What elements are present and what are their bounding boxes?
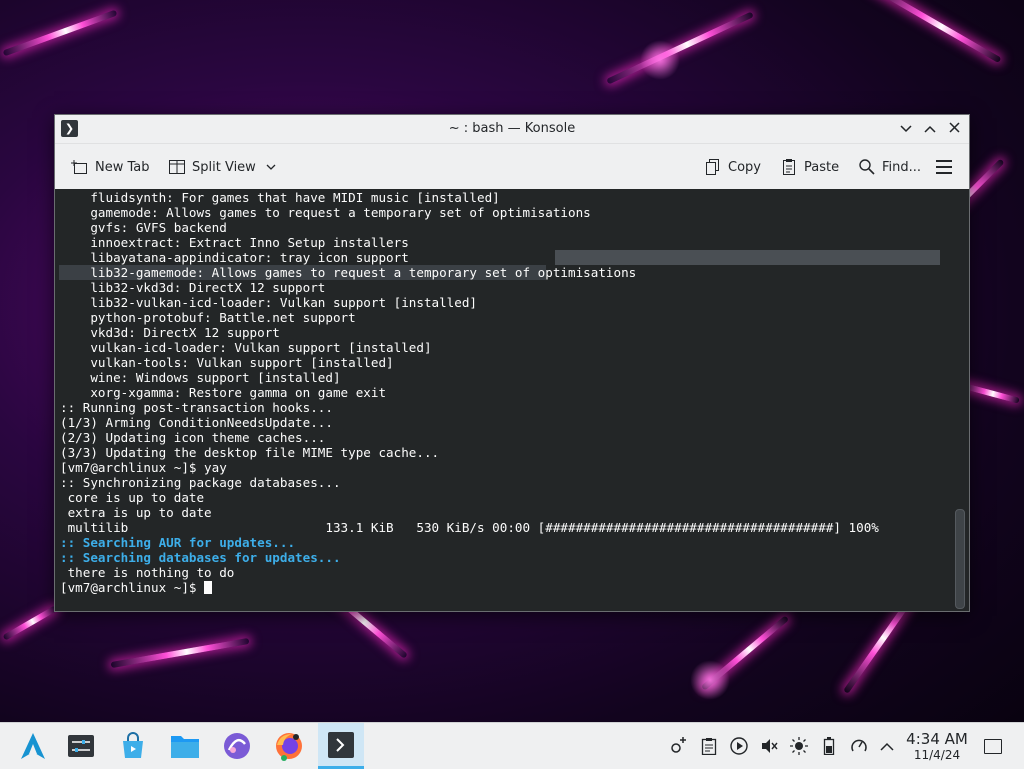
terminal-line: :: Searching databases for updates... — [60, 550, 341, 565]
clock-date: 11/4/24 — [913, 748, 961, 762]
terminal-line: multilib 133.1 KiB 530 KiB/s 00:00 [####… — [60, 520, 879, 535]
copy-label: Copy — [728, 159, 761, 175]
taskbar: 4:34 AM 11/4/24 — [0, 722, 1024, 769]
terminal-line: innoextract: Extract Inno Setup installe… — [60, 235, 409, 250]
taskbar-system-settings[interactable] — [58, 723, 104, 769]
terminal-line: vulkan-tools: Vulkan support [installed] — [60, 355, 394, 370]
terminal-line: [vm7@archlinux ~]$ yay — [60, 460, 227, 475]
terminal-line: python-protobuf: Battle.net support — [60, 310, 356, 325]
split-view-label: Split View — [192, 159, 256, 175]
window-title: ~ : bash — Konsole — [448, 121, 576, 136]
terminal-line: vkd3d: DirectX 12 support — [60, 325, 280, 340]
paste-icon — [783, 159, 795, 175]
paste-button[interactable]: Paste — [780, 156, 839, 178]
konsole-icon — [328, 731, 354, 758]
copy-icon — [706, 159, 719, 175]
new-tab-label: New Tab — [95, 159, 150, 175]
minimize-button[interactable] — [896, 119, 916, 139]
hamburger-menu-icon — [936, 160, 952, 174]
paste-label: Paste — [804, 159, 840, 175]
chevron-up-icon[interactable] — [878, 737, 896, 755]
maximize-button[interactable] — [920, 119, 940, 139]
terminal-prompt-line: [vm7@archlinux ~]$ — [60, 580, 947, 595]
split-view-icon — [169, 160, 185, 174]
arch-logo-icon — [21, 733, 45, 759]
terminal-line: (3/3) Updating the desktop file MIME typ… — [60, 445, 440, 460]
terminal-area[interactable]: fluidsynth: For games that have MIDI mus… — [55, 189, 969, 611]
clock-time: 4:34 AM — [906, 730, 968, 748]
terminal-line: libayatana-appindicator: tray icon suppo… — [60, 250, 409, 265]
terminal-line: :: Running post-transaction hooks... — [60, 400, 333, 415]
search-icon — [859, 159, 875, 175]
terminal-line: extra is up to date — [60, 505, 212, 520]
taskbar-discover[interactable] — [110, 723, 156, 769]
close-button[interactable] — [944, 119, 964, 139]
terminal-line: vulkan-icd-loader: Vulkan support [insta… — [60, 340, 432, 355]
media-player-icon[interactable] — [730, 737, 748, 755]
terminal-cursor — [204, 581, 213, 594]
clock[interactable]: 4:34 AM 11/4/24 — [898, 731, 976, 763]
folder-icon — [171, 736, 199, 758]
terminal-prompt: [vm7@archlinux ~]$ — [60, 580, 205, 595]
scrollbar[interactable] — [955, 509, 965, 609]
clipboard-icon[interactable] — [700, 737, 718, 755]
terminal-line: lib32-vkd3d: DirectX 12 support — [60, 280, 326, 295]
application-launcher[interactable] — [10, 723, 56, 769]
chevron-down-icon — [266, 164, 276, 170]
terminal-line: (2/3) Updating icon theme caches... — [60, 430, 326, 445]
find-label: Find... — [882, 159, 922, 175]
terminal-line: :: Searching AUR for updates... — [60, 535, 296, 550]
brightness-icon[interactable] — [790, 737, 808, 755]
taskbar-firefox[interactable] — [266, 723, 312, 769]
terminal-line: fluidsynth: For games that have MIDI mus… — [60, 190, 500, 205]
show-desktop-button[interactable] — [984, 739, 1002, 754]
terminal-line: lib32-vulkan-icd-loader: Vulkan support … — [60, 295, 478, 310]
battery-icon[interactable] — [820, 737, 838, 755]
konsole-window: ❯ ~ : bash — Konsole New Tab Split View … — [54, 114, 970, 612]
taskbar-app[interactable] — [214, 723, 260, 769]
volume-muted-icon[interactable] — [760, 737, 778, 755]
firefox-icon — [276, 733, 302, 761]
terminal-line: :: Synchronizing package databases... — [60, 475, 341, 490]
new-tab-icon — [71, 160, 87, 174]
terminal-output: fluidsynth: For games that have MIDI mus… — [60, 190, 947, 595]
terminal-line: core is up to date — [60, 490, 205, 505]
taskbar-file-manager[interactable] — [162, 723, 208, 769]
discover-icon — [123, 732, 143, 758]
terminal-line: lib32-gamemode: Allows games to request … — [60, 265, 637, 280]
package-updates-icon[interactable] — [670, 737, 688, 755]
power-profile-icon[interactable] — [850, 737, 868, 755]
terminal-line: there is nothing to do — [60, 565, 235, 580]
terminal-line: (1/3) Arming ConditionNeedsUpdate... — [60, 415, 333, 430]
taskbar-konsole[interactable] — [318, 723, 364, 769]
terminal-line: gvfs: GVFS backend — [60, 220, 227, 235]
title-bar[interactable]: ❯ ~ : bash — Konsole — [55, 115, 969, 144]
terminal-line: gamemode: Allows games to request a temp… — [60, 205, 591, 220]
terminal-line: wine: Windows support [installed] — [60, 370, 341, 385]
terminal-line: xorg-xgamma: Restore gamma on game exit — [60, 385, 387, 400]
hamburger-menu-button[interactable] — [935, 156, 959, 178]
system-settings-icon — [68, 735, 94, 757]
copy-button[interactable]: Copy — [704, 156, 761, 178]
split-view-button[interactable]: Split View — [168, 156, 282, 178]
find-button[interactable]: Find... — [858, 156, 921, 178]
app-icon — [224, 733, 250, 759]
toolbar: New Tab Split View Copy Paste Find... — [55, 144, 969, 190]
new-tab-button[interactable]: New Tab — [71, 156, 150, 178]
